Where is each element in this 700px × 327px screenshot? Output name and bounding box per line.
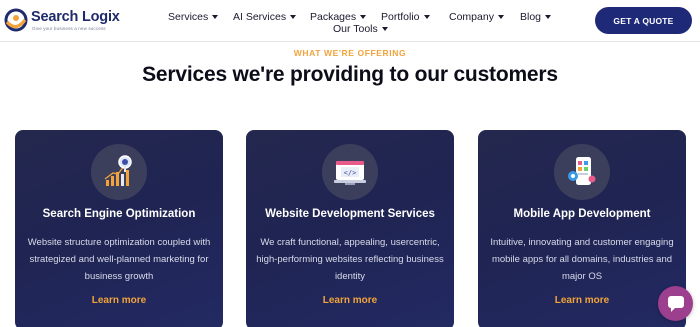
nav-item-label: Packages [310,11,357,23]
nav-item-services[interactable]: Services [168,11,219,23]
card-description: We craft functional, appealing, usercent… [256,237,444,282]
brand-tagline: Give your business a new success [32,26,106,31]
learn-more-link[interactable]: Learn more [15,295,223,306]
caret-down-icon [423,15,430,19]
site-header: Search Logix Give your business a new su… [0,0,700,42]
caret-down-icon [497,15,504,19]
code-monitor-icon: </> [322,144,378,200]
nav-item-portfolio[interactable]: Portfolio [381,11,430,23]
caret-down-icon [545,15,552,19]
nav-item-our-tools[interactable]: Our Tools [333,23,388,35]
section-eyebrow: WHAT WE'RE OFFERING [293,48,407,58]
card-description: Website structure optimization coupled w… [27,237,211,282]
nav-item-label: Our Tools [333,23,378,35]
nav-item-label: Services [168,11,209,23]
service-card-web-development: </> Website Development Services We craf… [246,130,454,327]
nav-item-label: Portfolio [381,11,420,23]
brand-logo[interactable]: Search Logix Give your business a new su… [4,7,120,35]
nav-item-packages[interactable]: Packages [310,11,367,23]
card-title: Mobile App Development [513,208,651,220]
caret-down-icon [212,15,219,19]
nav-item-label: Company [449,11,494,23]
service-card-mobile-app: Mobile App Development Intuitive, innova… [478,130,686,327]
nav-item-company[interactable]: Company [449,11,504,23]
caret-down-icon [381,27,388,31]
card-title: Website Development Services [265,208,435,220]
get-a-quote-button[interactable]: GET A QUOTE [595,7,692,34]
nav-item-label: Blog [520,11,542,23]
caret-down-icon [360,15,367,19]
chat-button[interactable] [658,286,693,321]
learn-more-link[interactable]: Learn more [246,295,454,306]
nav-item-label: AI Services [233,11,287,23]
caret-down-icon [290,15,297,19]
card-title: Search Engine Optimization [42,208,196,220]
brand-name: Search Logix [31,9,120,25]
logo-mark-icon [4,8,28,32]
nav-item-ai-services[interactable]: AI Services [233,11,297,23]
seo-chart-magnifier-icon [91,144,147,200]
service-card-seo: Search Engine Optimization Website struc… [15,130,223,327]
mobile-app-icon [554,144,610,200]
svg-text:</>: </> [344,169,357,177]
nav-item-blog[interactable]: Blog [520,11,552,23]
section-title: Services we're providing to our customer… [142,63,558,86]
chat-bubble-icon [667,295,684,312]
learn-more-link[interactable]: Learn more [478,295,686,306]
card-description: Intuitive, innovating and customer engag… [490,237,674,282]
